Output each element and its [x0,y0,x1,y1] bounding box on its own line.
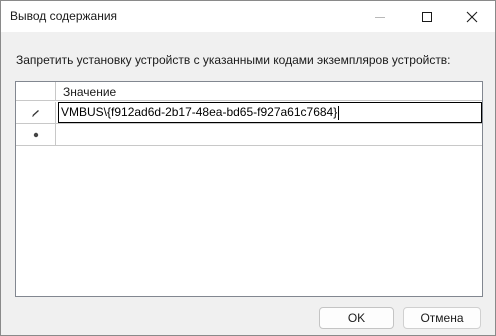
value-cell-empty[interactable] [57,124,482,145]
row-indicator[interactable] [16,102,56,123]
ok-button[interactable]: OK [319,307,394,329]
values-grid[interactable]: Значение VMBUS\{f912ad6d-2b17-48ea-bd65-… [15,81,483,297]
close-button[interactable] [449,1,495,32]
value-cell-editor[interactable]: VMBUS\{f912ad6d-2b17-48ea-bd65-f927a61c7… [58,102,482,123]
minimize-button[interactable] [357,1,403,32]
maximize-button[interactable] [404,1,450,32]
maximize-icon [422,11,432,22]
value-cell-text: VMBUS\{f912ad6d-2b17-48ea-bd65-f927a61c7… [61,105,338,119]
row-indicator[interactable] [16,124,56,145]
window-title: Вывод содержания [10,9,118,23]
dialog-window: Вывод содержания Запретить установку уст… [0,0,496,336]
edit-pencil-icon [31,109,39,117]
minimize-icon [375,16,385,18]
grid-header-row: Значение [16,82,482,101]
title-bar: Вывод содержания [1,1,495,32]
text-caret [338,105,340,120]
grid-row-new[interactable] [16,124,482,146]
close-icon [466,11,478,22]
cancel-button[interactable]: Отмена [403,307,481,329]
instruction-label: Запретить установку устройств с указанны… [16,53,451,67]
row-header-corner[interactable] [16,82,56,100]
column-header-value[interactable]: Значение [63,85,116,99]
grid-row-editing[interactable]: VMBUS\{f912ad6d-2b17-48ea-bd65-f927a61c7… [16,102,482,124]
new-row-asterisk-icon [33,132,38,137]
